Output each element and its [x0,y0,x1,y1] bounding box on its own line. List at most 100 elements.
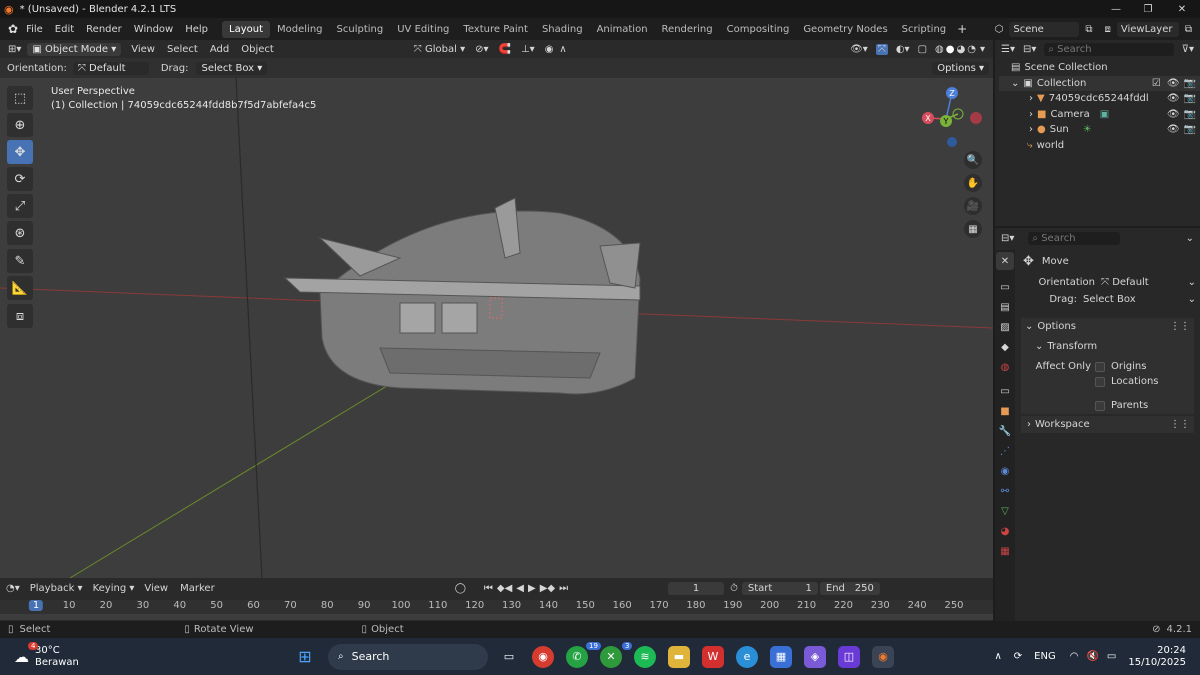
world-tab-icon[interactable]: ◍ [996,358,1014,376]
scene-name-field[interactable]: Scene [1009,21,1080,37]
xray-icon[interactable]: ▢ [918,44,927,55]
chevron-down-icon[interactable]: ⌄ [1186,233,1194,244]
properties-search[interactable]: ⌕ Search [1028,231,1121,245]
outliner-collection[interactable]: ⌄ ▣ Collection ☑ 👁 📷 [999,75,1200,91]
eye-icon[interactable]: 👁 [1167,109,1180,120]
clock[interactable]: 20:24 15/10/2025 [1128,645,1186,669]
volume-muted-icon[interactable]: 🔇 [1086,651,1098,662]
select-box-tool-icon[interactable]: ⬚ [7,86,33,110]
scene-tab-icon[interactable]: ◆ [996,338,1014,356]
falloff-icon[interactable]: ∧ [559,44,566,55]
3d-viewport[interactable]: User Perspective (1) Collection | 74059c… [0,78,993,578]
eye-icon[interactable]: 👁 [1167,78,1180,89]
mode-dropdown[interactable]: ▣ Object Mode ▾ [27,42,122,56]
modifier-tab-icon[interactable]: 🔧 [996,422,1014,440]
shading-options-icon[interactable]: ▾ [980,44,985,55]
ortho-grid-icon[interactable]: ▦ [964,220,982,238]
prop-orientation-dropdown[interactable]: ⤧ Default ⌄ [1101,277,1196,288]
whatsapp-icon[interactable]: ✆ [566,645,588,668]
tab-texture-paint[interactable]: Texture Paint [456,21,535,38]
object-tab-icon[interactable]: ■ [996,402,1014,420]
tab-geometry-nodes[interactable]: Geometry Nodes [796,21,894,38]
properties-editor-icon[interactable]: ⊟▾ [1001,233,1014,244]
orientation-dropdown[interactable]: ⤧ Default [72,61,149,75]
menu-window[interactable]: Window [134,24,173,35]
blender-menu-icon[interactable]: ✿ [8,22,18,36]
output-tab-icon[interactable]: ▤ [996,298,1014,316]
tab-compositing[interactable]: Compositing [720,21,797,38]
menu-view[interactable]: View [131,44,155,55]
physics-tab-icon[interactable]: ◉ [996,462,1014,480]
auto-key-icon[interactable]: ◯ [455,583,466,594]
jump-start-icon[interactable]: ⏮ [484,583,493,594]
outliner-item-mesh[interactable]: › ▼ 74059cdc65244fddl 👁 📷 [999,91,1200,107]
transform-orientation-dropdown[interactable]: ⤧ Global ▾ [414,44,465,55]
tray-chevron-icon[interactable]: ∧ [994,651,1001,662]
drag-dropdown[interactable]: Select Box ▾ [196,61,268,75]
rendered-shading-icon[interactable]: ◔ [967,44,976,55]
transform-tool-icon[interactable]: ⊛ [7,221,33,245]
snap-icon[interactable]: 🧲 [499,44,511,55]
xbox-icon[interactable]: ✕ [600,645,622,668]
windows-start-icon[interactable]: ⊞ [294,646,316,668]
scale-tool-icon[interactable]: ⤢ [7,194,33,218]
tab-modeling[interactable]: Modeling [270,21,330,38]
battery-icon[interactable]: ▭ [1107,651,1116,662]
transform-panel-header[interactable]: ⌄ Transform [1021,337,1194,355]
timeline-scrollbar[interactable] [0,614,993,620]
tab-shading[interactable]: Shading [535,21,590,38]
sync-icon[interactable]: ⟳ [1014,651,1022,662]
wifi-icon[interactable]: ◠ [1070,651,1079,662]
camera-view-icon[interactable]: 🎥 [964,197,982,215]
photo-app-icon[interactable]: ◫ [838,645,860,668]
maximize-button[interactable]: ❐ [1132,4,1164,15]
marker-menu[interactable]: Marker [180,583,215,594]
taskbar-search[interactable]: ⌕ Search [328,643,488,670]
next-keyframe-icon[interactable]: ▶◆ [540,583,555,594]
current-frame-field[interactable]: 1 [668,581,725,595]
timeline-ruler[interactable]: 1 10 20 30 40 50 60 70 80 90 100 110 120 130 140 150 160… [0,600,993,614]
outliner-editor-icon[interactable]: ☰▾ [1001,44,1015,55]
origins-checkbox[interactable] [1095,361,1105,372]
playback-menu[interactable]: Playback ▾ [30,583,83,594]
wireframe-shading-icon[interactable]: ◍ [935,44,944,55]
timeline-view-menu[interactable]: View [144,583,168,594]
pivot-icon[interactable]: ⊘▾ [475,44,488,55]
constraints-tab-icon[interactable]: ⚯ [996,482,1014,500]
tool-tab-icon[interactable]: ✕ [996,252,1014,270]
gizmo-toggle-icon[interactable]: ⤧ [875,43,888,55]
new-view-layer-icon[interactable]: ⧉ [1185,24,1192,35]
scene-icon[interactable]: ⬡ [995,24,1004,35]
editor-type-icon[interactable]: ⊞▾ [8,44,21,55]
menu-help[interactable]: Help [185,24,208,35]
solid-shading-icon[interactable]: ● [946,44,955,55]
tab-layout[interactable]: Layout [222,20,271,38]
language-indicator[interactable]: ENG [1034,651,1056,662]
texture-tab-icon[interactable]: ▦ [996,542,1014,560]
new-scene-icon[interactable]: ⧉ [1085,24,1092,35]
view-layer-tab-icon[interactable]: ▨ [996,318,1014,336]
jump-end-icon[interactable]: ⏭ [559,583,568,594]
rotate-tool-icon[interactable]: ⟳ [7,167,33,191]
copilot-icon[interactable]: ◈ [804,645,826,668]
play-icon[interactable]: ▶ [528,583,536,594]
checkbox-icon[interactable]: ☑ [1152,78,1161,89]
chrome-icon[interactable]: ◉ [532,645,554,668]
edge-icon[interactable]: e [736,645,758,668]
menu-edit[interactable]: Edit [55,24,74,35]
end-field[interactable]: End 250 [819,581,880,595]
workspace-panel-header[interactable]: › Workspace ⋮⋮ [1021,416,1194,433]
eye-icon[interactable]: 👁 [1167,124,1180,135]
menu-file[interactable]: File [26,24,43,35]
locations-checkbox[interactable] [1095,376,1105,387]
view-layer-icon[interactable]: ⧈ [1104,24,1110,35]
proportional-edit-icon[interactable]: ◉ [545,44,554,55]
timeline-editor-icon[interactable]: ◔▾ [6,583,20,594]
tab-animation[interactable]: Animation [590,21,655,38]
filter-icon[interactable]: ⊽▾ [1182,44,1194,55]
add-workspace-icon[interactable]: + [957,22,967,36]
close-button[interactable]: ✕ [1164,4,1200,15]
tab-uv-editing[interactable]: UV Editing [390,21,456,38]
camera-render-icon[interactable]: 📷 [1184,109,1196,120]
outliner-item-sun[interactable]: › ● Sun ☀ 👁 📷 [999,122,1200,138]
